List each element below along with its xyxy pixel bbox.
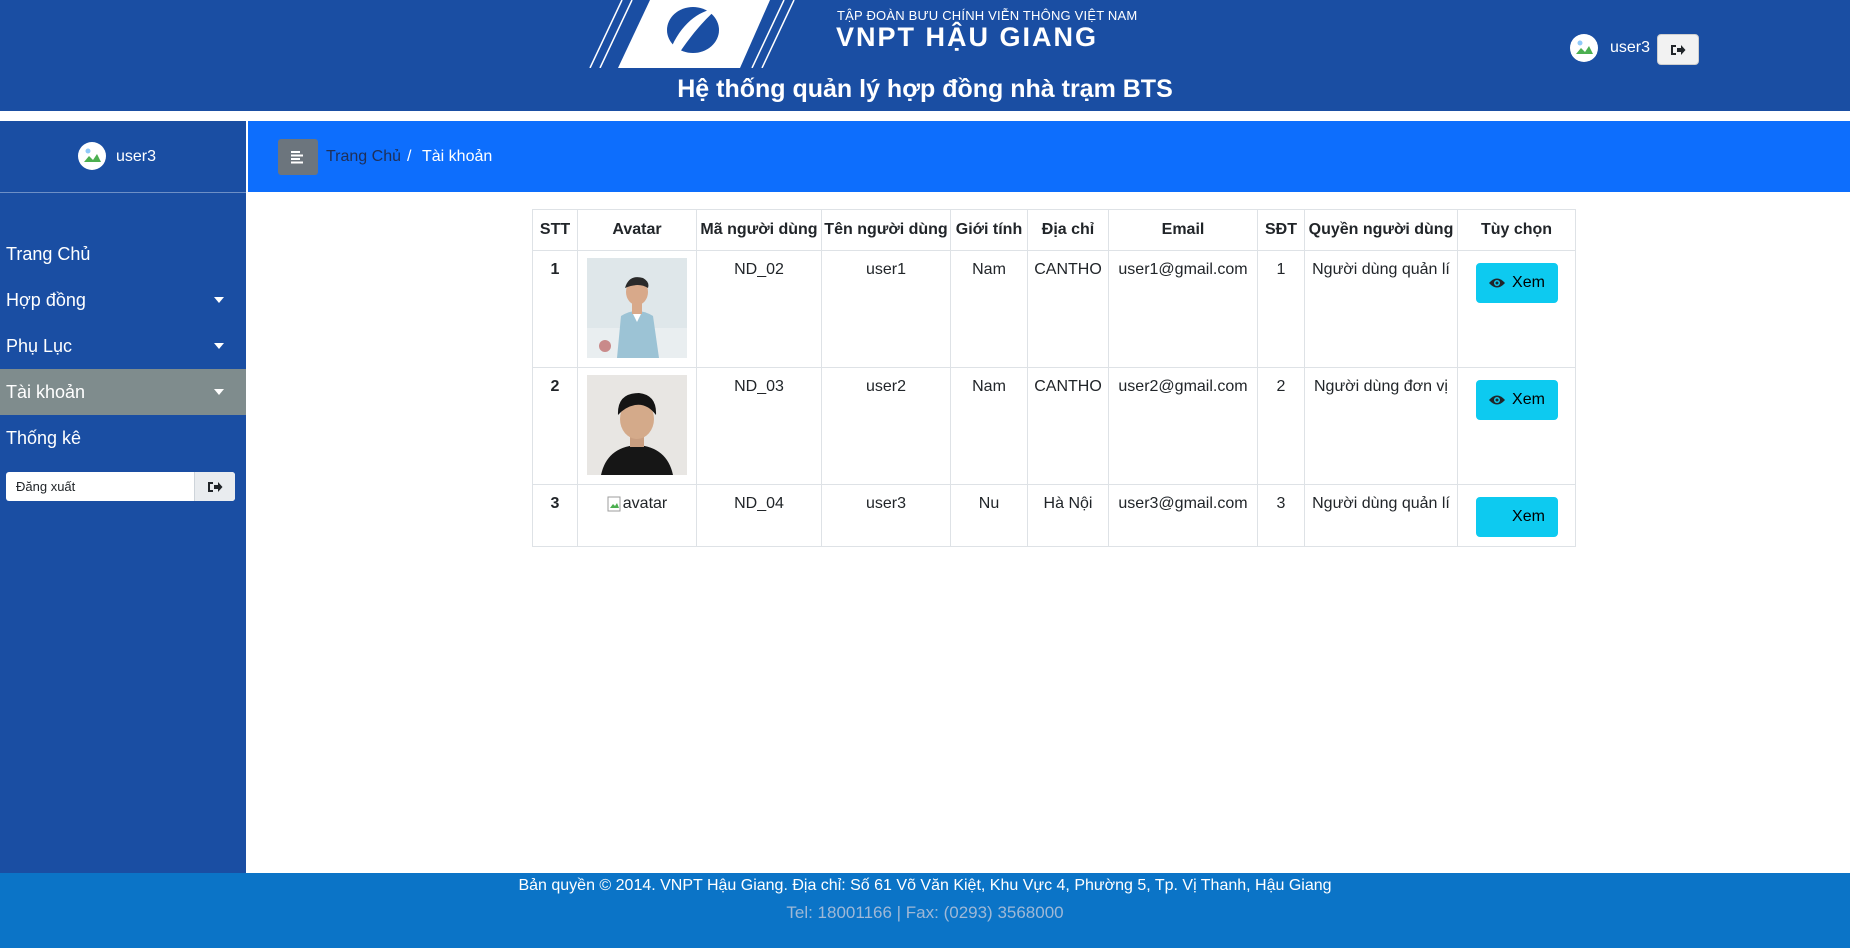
col-phone: SĐT (1257, 209, 1305, 251)
row-user-code: ND_04 (734, 495, 784, 512)
row-phone: 1 (1276, 261, 1286, 278)
col-gender: Giới tính (950, 209, 1028, 251)
caret-down-icon (214, 297, 224, 303)
sidebar-avatar (78, 142, 106, 170)
user-avatar-photo (587, 258, 687, 358)
row-user-code: ND_03 (734, 378, 784, 395)
row-user-name: user3 (865, 495, 907, 512)
avatar-broken-image: avatar (607, 495, 667, 513)
header-logout-button[interactable] (1657, 34, 1699, 65)
row-gender: Nu (978, 495, 1000, 512)
sidebar-profile: user3 (0, 121, 246, 193)
header-divider (0, 111, 1850, 121)
row-gender: Nam (972, 378, 1006, 395)
sign-out-icon (1671, 44, 1686, 55)
row-user-code: ND_02 (734, 261, 784, 278)
sidebar-item-hop-dong[interactable]: Hợp đồng (0, 277, 246, 323)
sidebar: user3 Trang Chủ Hợp đồng Phụ Lục Tài kho… (0, 121, 246, 873)
row-stt: 3 (550, 495, 560, 512)
system-title: Hệ thống quản lý hợp đồng nhà trạm BTS (677, 75, 1173, 103)
brand-subtitle: TẬP ĐOÀN BƯU CHÍNH VIỄN THÔNG VIỆT NAM (837, 8, 1138, 23)
col-user-name: Tên người dùng (821, 209, 951, 251)
row-user-name: user2 (865, 378, 907, 395)
table-row: 1 ND_02 user1 Nam CANTHO user1@gmail.com… (532, 250, 1576, 368)
header-username[interactable]: user3 (1610, 39, 1650, 57)
table-row: 3 avatar ND_04 user3 Nu Hà Nội user3@gma… (532, 484, 1576, 547)
row-user-name: user1 (865, 261, 907, 278)
sign-out-icon (208, 481, 223, 492)
breadcrumb-current: Tài khoản (422, 148, 493, 165)
sidebar-item-thong-ke[interactable]: Thống kê (0, 415, 246, 461)
sidebar-item-label: Tài khoản (6, 382, 86, 402)
table-row: 2 ND_03 user2 Nam CANTHO user2@gmail.com… (532, 367, 1576, 485)
user-avatar-photo (587, 375, 687, 475)
col-address: Địa chỉ (1027, 209, 1109, 251)
row-address: Hà Nội (1043, 495, 1093, 512)
footer-copyright: Bản quyền © 2014. VNPT Hậu Giang. Địa ch… (518, 877, 1332, 894)
eye-icon (1489, 278, 1506, 288)
breadcrumb-bar: Trang Chủ / Tài khoản (248, 121, 1850, 192)
row-phone: 3 (1276, 495, 1286, 512)
col-user-code: Mã người dùng (696, 209, 822, 251)
sidebar-logout[interactable]: Đăng xuất (6, 472, 235, 501)
row-stt: 2 (550, 378, 560, 395)
view-button[interactable]: Xem (1475, 497, 1558, 537)
view-button[interactable]: Xem (1475, 263, 1558, 303)
view-button-label: Xem (1512, 274, 1545, 291)
view-button-label: Xem (1512, 391, 1545, 408)
breadcrumb-separator: / (407, 148, 412, 165)
col-email: Email (1108, 209, 1258, 251)
col-avatar: Avatar (577, 209, 697, 251)
vnpt-logo (589, 0, 795, 68)
breadcrumb-home-link[interactable]: Trang Chủ (326, 148, 401, 166)
caret-down-icon (214, 343, 224, 349)
sidebar-item-label: Thống kê (6, 428, 82, 448)
row-stt: 1 (550, 261, 560, 278)
row-address: CANTHO (1034, 378, 1102, 395)
sidebar-item-phu-luc[interactable]: Phụ Lục (0, 323, 246, 369)
broken-image-icon (1571, 35, 1597, 61)
users-table: STT Avatar Mã người dùng Tên người dùng … (532, 209, 1576, 547)
avatar-alt-text: avatar (622, 495, 668, 512)
col-options: Tùy chọn (1457, 209, 1576, 251)
row-phone: 2 (1276, 378, 1286, 395)
row-gender: Nam (972, 261, 1006, 278)
row-email: user2@gmail.com (1118, 378, 1248, 395)
footer: Bản quyền © 2014. VNPT Hậu Giang. Địa ch… (0, 873, 1850, 948)
header-banner: TẬP ĐOÀN BƯU CHÍNH VIỄN THÔNG VIỆT NAM V… (0, 0, 1850, 111)
row-role: Người dùng quản lí (1312, 261, 1450, 278)
col-stt: STT (532, 209, 578, 251)
view-button[interactable]: Xem (1475, 380, 1558, 420)
sidebar-item-label: Hợp đồng (6, 290, 86, 310)
row-role: Người dùng quản lí (1312, 495, 1450, 512)
sidebar-item-label: Phụ Lục (6, 336, 73, 356)
sidebar-username: user3 (116, 148, 157, 165)
sidebar-item-label: Trang Chủ (6, 244, 91, 264)
sidebar-logout-button[interactable] (194, 472, 235, 501)
row-email: user1@gmail.com (1118, 261, 1248, 278)
sidebar-item-trang-chu[interactable]: Trang Chủ (0, 231, 246, 277)
align-left-icon (291, 151, 303, 164)
sidebar-item-tai-khoan[interactable]: Tài khoản (0, 369, 246, 415)
logout-label: Đăng xuất (16, 479, 76, 494)
col-role: Quyền người dùng (1304, 209, 1458, 251)
sidebar-menu: Trang Chủ Hợp đồng Phụ Lục Tài khoản Thố… (0, 231, 246, 461)
eye-icon (1489, 395, 1506, 405)
table-header-row: STT Avatar Mã người dùng Tên người dùng … (532, 209, 1576, 251)
broken-image-icon (607, 496, 621, 512)
row-email: user3@gmail.com (1118, 495, 1248, 512)
view-button-label: Xem (1512, 508, 1545, 525)
row-role: Người dùng đơn vị (1314, 378, 1448, 395)
footer-contact: Tel: 18001166 | Fax: (0293) 3568000 (786, 903, 1064, 922)
caret-down-icon (214, 389, 224, 395)
sidebar-toggle-button[interactable] (278, 139, 318, 175)
header-avatar[interactable] (1570, 34, 1598, 62)
row-address: CANTHO (1034, 261, 1102, 278)
brand-name: VNPT HẬU GIANG (836, 22, 1099, 52)
broken-image-icon (84, 148, 101, 162)
